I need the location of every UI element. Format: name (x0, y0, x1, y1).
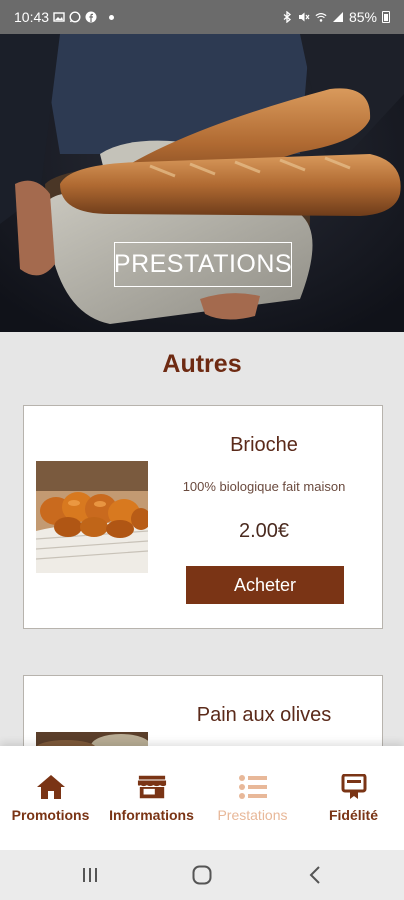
nav-item-informations[interactable]: Informations (101, 746, 202, 850)
status-bar: 10:43 85% (0, 0, 404, 34)
product-card: Brioche 100% biologique fait maison 2.00… (23, 405, 383, 629)
whatsapp-notification-icon (69, 11, 81, 23)
product-name: Pain aux olives (196, 704, 332, 726)
status-time: 10:43 (14, 9, 50, 25)
product-name: Brioche (230, 434, 298, 456)
hero-bread-image (0, 34, 404, 332)
nav-item-fidelite[interactable]: Fidélité (303, 746, 404, 850)
system-navigation-bar (0, 850, 404, 900)
bottom-navigation: Promotions Informations Prestations Fidé… (0, 746, 404, 850)
nav-item-promotions[interactable]: Promotions (0, 746, 101, 850)
product-description: 100% biologique fait maison (182, 479, 346, 494)
brioche-image (36, 461, 148, 573)
recent-apps-icon[interactable] (78, 864, 102, 886)
battery-percentage: 85% (348, 9, 377, 25)
signal-icon (332, 12, 343, 22)
nav-label: Promotions (11, 807, 90, 823)
product-price: 2.00€ (238, 520, 290, 542)
bluetooth-icon (283, 11, 291, 23)
battery-icon (382, 11, 390, 23)
buy-button[interactable]: Acheter (186, 566, 344, 604)
nav-item-prestations[interactable]: Prestations (202, 746, 303, 850)
mute-icon (298, 12, 310, 22)
section-title: Autres (162, 350, 242, 378)
more-notifications-dot (109, 14, 115, 20)
store-icon (137, 773, 167, 801)
nav-label: Fidélité (328, 807, 378, 823)
list-icon (238, 773, 268, 801)
hero-banner: PRESTATIONS (0, 34, 404, 332)
hero-title: PRESTATIONS (114, 242, 292, 287)
back-icon[interactable] (304, 864, 328, 886)
home-icon (36, 773, 66, 801)
wifi-icon (315, 12, 327, 22)
loyalty-card-icon (339, 773, 369, 801)
facebook-notification-icon (85, 11, 97, 23)
home-button-icon[interactable] (190, 864, 214, 886)
nav-label: Informations (109, 807, 194, 823)
gallery-notification-icon (53, 12, 65, 22)
nav-label: Prestations (217, 807, 288, 823)
